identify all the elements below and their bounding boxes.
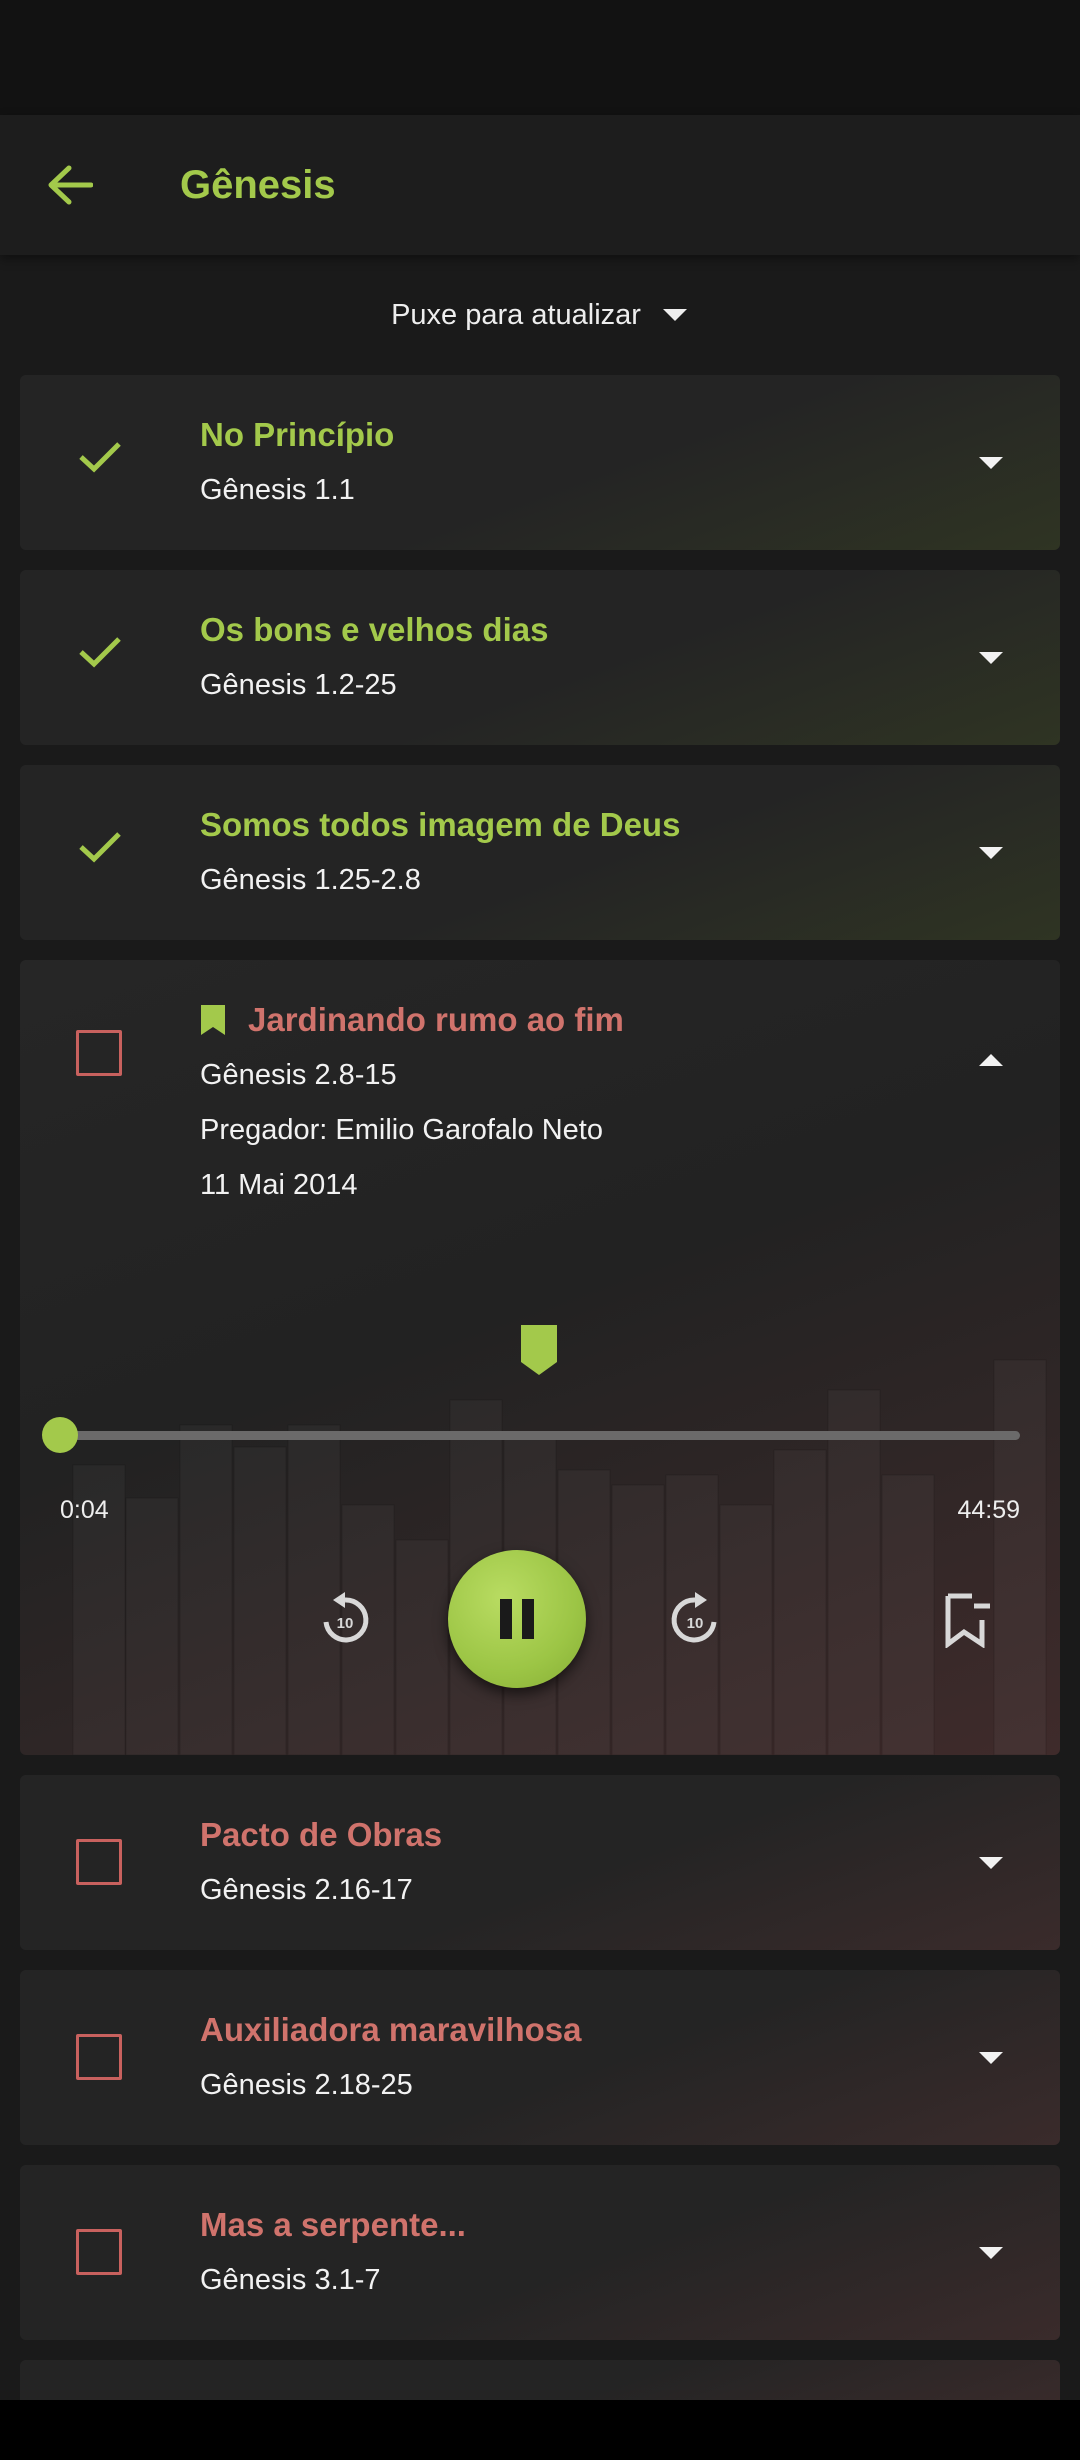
sermon-reference: Gênesis 2.16-17 [200,1874,413,1906]
sermon-item[interactable]: Somos todos imagem de Deus Gênesis 1.25-… [20,765,1060,940]
bookmark-remove-icon [945,1593,990,1648]
completed-check-icon[interactable] [75,632,125,672]
sermon-reference: Gênesis 1.1 [200,474,355,506]
rewind-10-button[interactable]: 10 [310,1585,380,1655]
expand-button[interactable] [977,2245,1005,2266]
sermon-title: Pacto de Obras [200,1816,443,1853]
page-title: Gênesis [180,162,336,207]
sermon-item[interactable]: No Princípio Gênesis 1.1 [20,375,1060,550]
sermon-title: Mas a serpente... [200,2206,466,2243]
sermon-title: Jardinando rumo ao fim [248,1001,624,1038]
forward-10-button[interactable]: 10 [660,1585,730,1655]
sermon-title: Os bons e velhos dias [200,611,549,648]
system-navigation-bar [0,2400,1080,2460]
total-duration: 44:59 [957,1496,1020,1524]
collapse-button[interactable] [977,1052,1005,1073]
audio-visualizer [72,1359,1047,1755]
sermon-date: 11 Mai 2014 [200,1169,358,1201]
sermon-item[interactable]: Auxiliadora maravilhosa Gênesis 2.18-25 [20,1970,1060,2145]
completed-checkbox[interactable] [76,2229,122,2275]
app-bar: Gênesis [0,115,1080,255]
sermon-preacher: Pregador: Emilio Garofalo Neto [200,1114,603,1146]
chevron-up-icon [979,1054,1003,1066]
chevron-down-icon [979,652,1003,664]
chevron-down-icon [979,457,1003,469]
completed-check-icon[interactable] [75,827,125,867]
forward-10-icon: 10 [671,1592,717,1643]
sermon-reference: Gênesis 2.8-15 [200,1059,397,1091]
forward-seconds-label: 10 [687,1615,704,1632]
chevron-down-icon [979,847,1003,859]
sermon-reference: Gênesis 3.1-7 [200,2264,381,2296]
seek-bar[interactable] [60,1431,1020,1440]
rewind-seconds-label: 10 [337,1615,354,1632]
completed-check-icon[interactable] [75,437,125,477]
replay-10-icon: 10 [323,1592,369,1643]
pause-icon [500,1599,534,1639]
arrow-left-icon [48,165,93,205]
pull-to-refresh[interactable]: Puxe para atualizar [0,285,1080,345]
sermon-title: Somos todos imagem de Deus [200,806,681,843]
expand-button[interactable] [977,845,1005,866]
seek-thumb[interactable] [42,1417,78,1453]
completed-checkbox[interactable] [76,2034,122,2080]
expand-button[interactable] [977,1855,1005,1876]
chevron-down-icon [979,2052,1003,2064]
add-bookmark-button[interactable] [932,1585,1002,1655]
sermon-title: No Princípio [200,416,395,453]
back-button[interactable] [0,115,140,255]
sermon-title: Auxiliadora maravilhosa [200,2011,582,2048]
bookmark-position-marker[interactable] [520,1324,558,1376]
chevron-down-icon [979,2247,1003,2259]
status-bar [0,0,1080,115]
bookmark-icon [201,1005,225,1035]
chevron-down-icon [979,1857,1003,1869]
sermon-reference: Gênesis 2.18-25 [200,2069,413,2101]
expand-button[interactable] [977,2050,1005,2071]
sermon-reference: Gênesis 1.25-2.8 [200,864,421,896]
dropdown-arrow-icon [662,309,687,321]
sermon-reference: Gênesis 1.2-25 [200,669,397,701]
expand-button[interactable] [977,455,1005,476]
sermon-item[interactable]: Mas a serpente... Gênesis 3.1-7 [20,2165,1060,2340]
sermon-item-expanded[interactable]: Jardinando rumo ao fim Gênesis 2.8-15 Pr… [20,960,1060,1755]
sermon-item[interactable]: Pacto de Obras Gênesis 2.16-17 [20,1775,1060,1950]
pull-to-refresh-label: Puxe para atualizar [391,298,641,331]
expand-button[interactable] [977,650,1005,671]
sermon-item[interactable]: Os bons e velhos dias Gênesis 1.2-25 [20,570,1060,745]
completed-checkbox[interactable] [76,1030,122,1076]
pause-button[interactable] [448,1550,586,1688]
elapsed-time: 0:04 [60,1496,109,1524]
completed-checkbox[interactable] [76,1839,122,1885]
